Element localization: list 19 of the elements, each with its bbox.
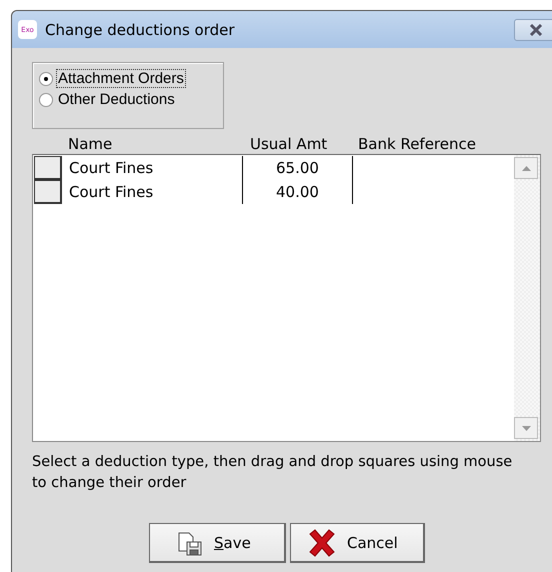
close-icon bbox=[528, 24, 544, 36]
save-button[interactable]: Save bbox=[149, 523, 286, 563]
cancel-button[interactable]: Cancel bbox=[290, 523, 425, 563]
column-header: Usual Amt bbox=[250, 135, 328, 153]
table-cell: Court Fines bbox=[62, 180, 243, 204]
table-cell: 65.00 bbox=[243, 156, 353, 180]
column-header: Name bbox=[68, 135, 114, 153]
close-button[interactable] bbox=[514, 18, 552, 40]
radio-option[interactable]: Other Deductions bbox=[39, 90, 223, 109]
down-arrow-icon bbox=[522, 426, 530, 430]
instruction-text: Select a deduction type, then drag and drop squares using mouse to change their order bbox=[32, 453, 514, 493]
drag-handle[interactable] bbox=[34, 156, 62, 180]
window-title: Change deductions order bbox=[45, 20, 235, 38]
up-arrow-icon bbox=[522, 166, 530, 170]
table-cell: 40.00 bbox=[243, 180, 353, 204]
drag-handle[interactable] bbox=[34, 180, 62, 204]
table-cell: Court Fines bbox=[62, 156, 243, 180]
column-header: Bank Reference bbox=[358, 135, 476, 153]
cancel-icon bbox=[307, 528, 337, 556]
